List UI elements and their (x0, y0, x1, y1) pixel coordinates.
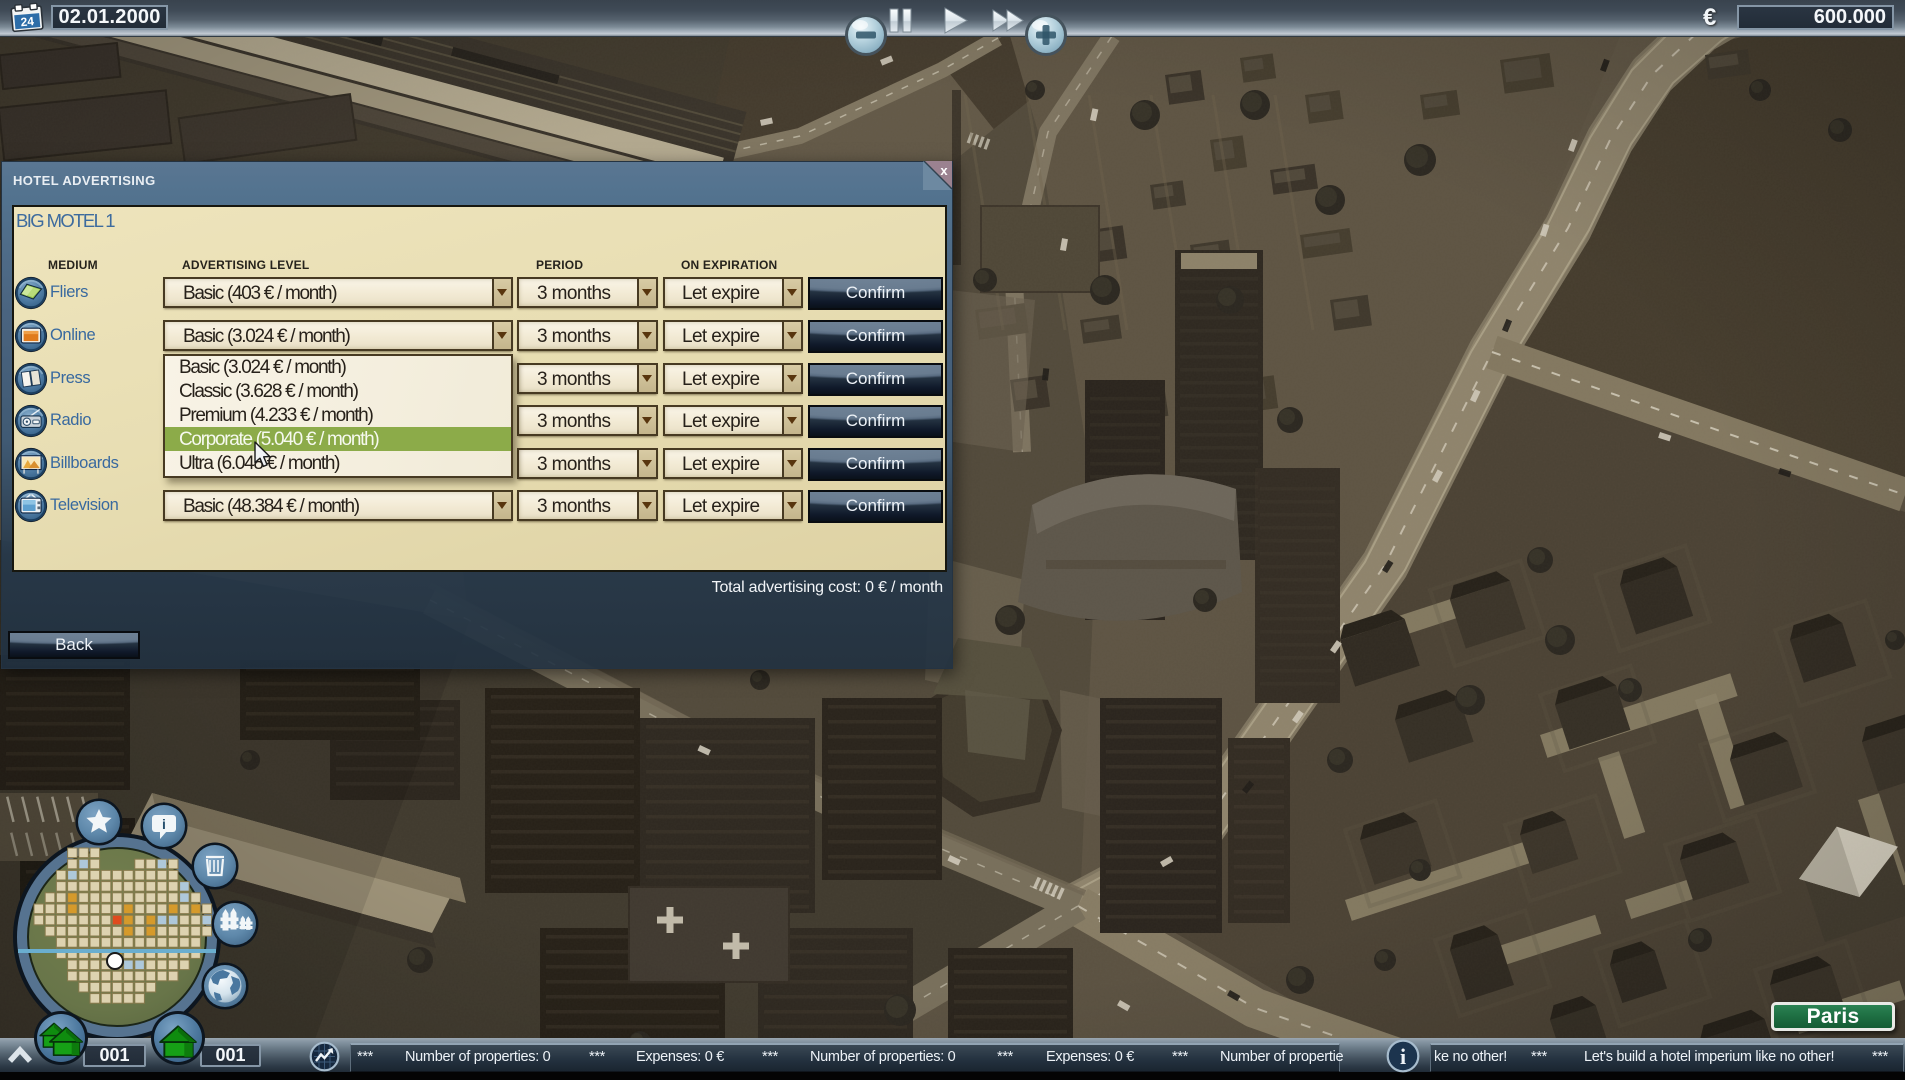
svg-text:24: 24 (20, 14, 35, 29)
svg-text:i: i (162, 816, 166, 832)
svg-text:i: i (1400, 1044, 1406, 1069)
svg-text:x: x (940, 163, 948, 178)
